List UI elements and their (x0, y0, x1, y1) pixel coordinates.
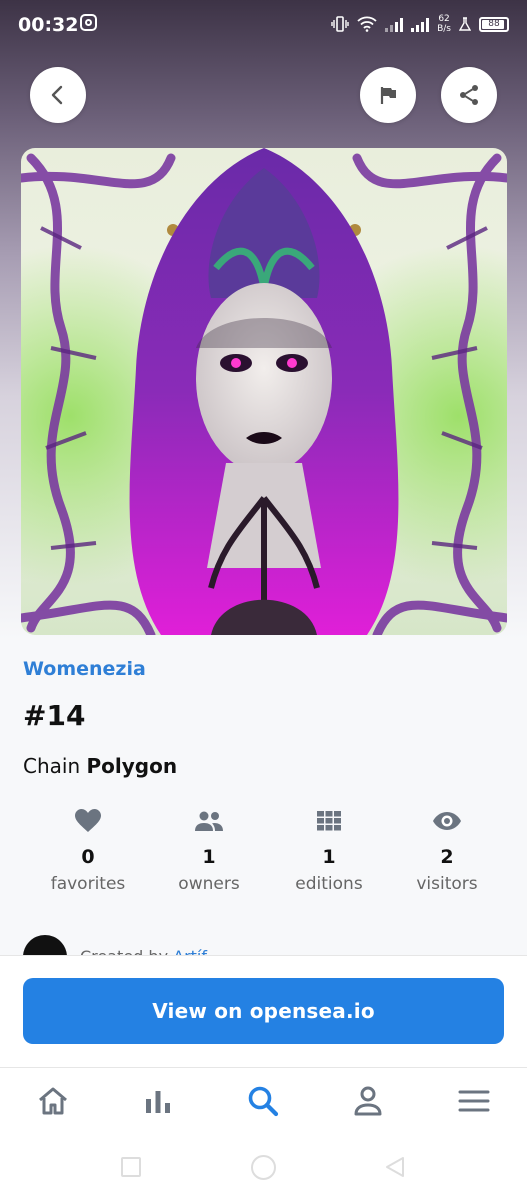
bar-chart-icon (146, 1091, 170, 1113)
stat-editions[interactable]: 1 editions (269, 806, 389, 894)
system-navigation-bar (0, 1137, 527, 1200)
network-speed-unit: B/s (437, 24, 451, 34)
signal-roaming-icon (411, 16, 430, 32)
nav-stats[interactable] (123, 1068, 193, 1134)
people-icon (195, 811, 223, 831)
created-by-label: Created by (80, 947, 168, 955)
creator-avatar (23, 935, 67, 955)
nav-home[interactable] (18, 1068, 88, 1134)
nav-menu[interactable] (439, 1068, 509, 1134)
share-icon (460, 85, 478, 105)
stat-editions-value: 1 (322, 846, 336, 868)
creator-name-link[interactable]: Artíf... (173, 947, 221, 955)
person-icon (354, 1086, 382, 1116)
stat-owners-value: 1 (202, 846, 216, 868)
nft-artwork-illustration (21, 148, 507, 635)
created-by-text: Created by Artíf... (80, 947, 221, 955)
stat-favorites-value: 0 (81, 846, 95, 868)
menu-icon (458, 1090, 490, 1112)
report-button[interactable] (360, 67, 416, 123)
back-triangle-icon[interactable] (383, 1155, 407, 1179)
battery-icon: 88 (479, 16, 509, 32)
token-id-title: #14 (23, 699, 86, 732)
status-bar: 00:32 62 B/s 88 (0, 0, 527, 52)
stat-owners-label: owners (178, 874, 240, 894)
network-speed-value: 62 (438, 14, 450, 24)
instagram-icon (80, 14, 97, 31)
view-on-opensea-button[interactable]: View on opensea.io (23, 978, 504, 1044)
stat-owners[interactable]: 1 owners (149, 806, 269, 894)
chain-value: Polygon (86, 754, 178, 778)
stat-favorites-label: favorites (50, 874, 126, 894)
back-button[interactable] (30, 67, 86, 123)
grid-icon (317, 811, 341, 831)
nav-profile[interactable] (333, 1068, 403, 1134)
collection-name-link[interactable]: Womenezia (23, 658, 146, 680)
battery-level: 88 (488, 18, 500, 29)
stat-visitors-label: visitors (416, 874, 478, 894)
network-speed: 62 B/s (437, 14, 451, 34)
chevron-left-icon (51, 85, 63, 105)
share-button[interactable] (441, 67, 497, 123)
signal-icon (385, 16, 404, 32)
cta-panel: View on opensea.io (0, 955, 527, 1068)
stat-editions-label: editions (295, 874, 363, 894)
search-icon (248, 1086, 279, 1117)
status-time: 00:32 (18, 14, 79, 36)
created-by-row[interactable]: Created by Artíf... (23, 935, 503, 955)
stats-row: 0 favorites 1 owners 1 editions 2 visito… (28, 806, 508, 901)
bottom-navigation (0, 1067, 527, 1138)
flag-icon (380, 87, 396, 104)
nft-artwork[interactable] (21, 148, 507, 635)
flask-icon (459, 17, 471, 31)
vibrate-icon (331, 16, 349, 32)
chain-label: Chain (23, 754, 81, 778)
wifi-icon (357, 16, 377, 32)
heart-icon (75, 809, 101, 832)
recent-apps-icon[interactable] (121, 1157, 141, 1177)
nav-search[interactable] (228, 1068, 298, 1134)
home-button-icon[interactable] (251, 1155, 276, 1180)
stat-visitors-value: 2 (440, 846, 454, 868)
chain-info: Chain Polygon (23, 754, 177, 778)
eye-icon (433, 812, 461, 830)
home-icon (39, 1087, 67, 1115)
stat-visitors[interactable]: 2 visitors (387, 806, 507, 894)
stat-favorites[interactable]: 0 favorites (28, 806, 148, 894)
status-icons: 62 B/s 88 (331, 14, 509, 34)
